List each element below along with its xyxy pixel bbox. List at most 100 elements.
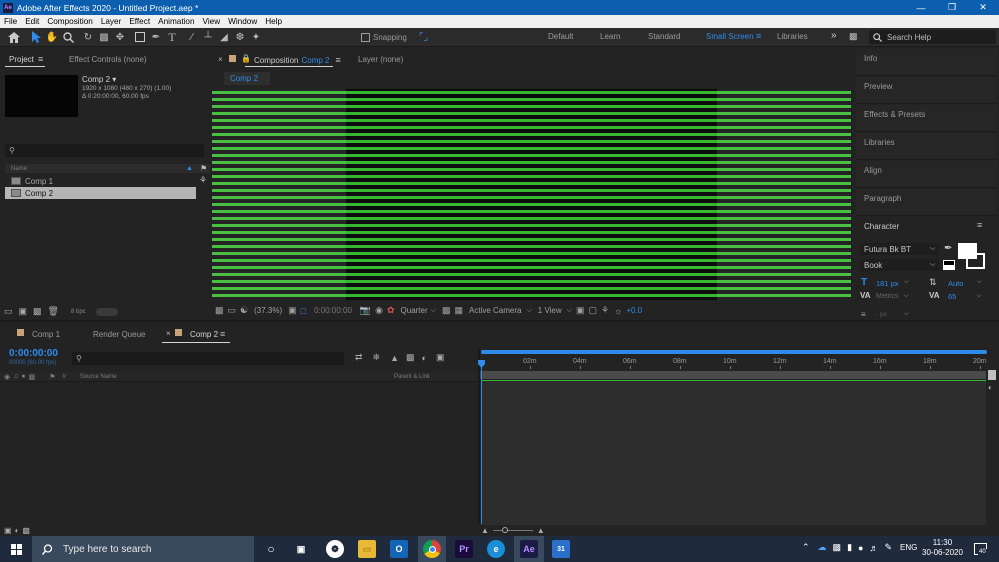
- search-help-field[interactable]: Search Help: [869, 30, 996, 44]
- composition-canvas[interactable]: [212, 89, 851, 300]
- fast-preview-icon[interactable]: ▦: [454, 305, 463, 316]
- tab-comp-1[interactable]: Comp 1: [32, 330, 60, 339]
- composition-mini-flowchart-icon[interactable]: ⇄: [355, 352, 363, 363]
- views-select[interactable]: 1 View: [538, 306, 562, 315]
- home-icon[interactable]: [6, 29, 22, 45]
- maximize-button[interactable]: ❐: [937, 0, 967, 15]
- always-preview-icon[interactable]: ▩: [215, 305, 224, 316]
- edge-icon[interactable]: e: [487, 540, 505, 558]
- workspace-small-screen[interactable]: Small Screen: [706, 32, 754, 41]
- rectangle-tool-icon[interactable]: [132, 29, 148, 45]
- new-folder-icon[interactable]: ▣: [19, 306, 28, 317]
- task-view-icon[interactable]: ▣: [292, 540, 310, 558]
- close-tab-icon[interactable]: ×: [218, 55, 223, 64]
- video-visibility-icon[interactable]: ◉: [4, 373, 10, 381]
- tab-render-queue[interactable]: Render Queue: [93, 330, 145, 339]
- menu-help[interactable]: Help: [261, 17, 286, 26]
- network-icon[interactable]: ●: [858, 543, 863, 553]
- panel-effects-presets[interactable]: Effects & Presets: [856, 105, 997, 132]
- menu-file[interactable]: File: [0, 17, 21, 26]
- tracking-value[interactable]: 65: [948, 292, 956, 301]
- menu-composition[interactable]: Composition: [43, 17, 97, 26]
- roto-brush-tool-icon[interactable]: ❆: [232, 29, 248, 45]
- project-comp-name[interactable]: Comp 2 ▾: [82, 75, 116, 84]
- after-effects-icon[interactable]: Ae: [520, 540, 538, 558]
- font-size-value[interactable]: 181 px: [876, 279, 899, 288]
- workspace-overflow-icon[interactable]: »: [831, 30, 837, 41]
- file-explorer-icon[interactable]: ▭: [358, 540, 376, 558]
- project-search-input[interactable]: ⚲: [5, 144, 204, 157]
- volume-icon[interactable]: ♬: [869, 543, 878, 553]
- snap-options-icon[interactable]: ⌜⌟: [419, 32, 428, 43]
- calendar-icon[interactable]: 31: [552, 540, 570, 558]
- column-parent-link[interactable]: Parent & Link: [394, 374, 430, 380]
- menu-view[interactable]: View: [199, 17, 225, 26]
- chrome-icon[interactable]: [423, 540, 441, 558]
- clone-stamp-tool-icon[interactable]: ┴: [200, 29, 216, 45]
- workspace-default[interactable]: Default: [548, 32, 573, 41]
- graph-editor-icon[interactable]: ▣: [436, 352, 445, 363]
- audio-icon[interactable]: ♫: [13, 373, 18, 380]
- panel-info[interactable]: Info: [856, 49, 997, 76]
- outlook-icon[interactable]: O: [390, 540, 408, 558]
- current-time-indicator[interactable]: [481, 362, 482, 524]
- timeline-search-input[interactable]: ⚲: [72, 352, 344, 365]
- zoom-in-icon[interactable]: ▲: [537, 526, 545, 535]
- kerning-value[interactable]: Metrics: [876, 293, 899, 300]
- pen-icon[interactable]: ✎: [884, 542, 892, 553]
- timeline-timecode[interactable]: 0:00:00:00: [9, 348, 58, 359]
- panel-paragraph[interactable]: Paragraph: [856, 189, 997, 216]
- zoom-level[interactable]: (37.3%): [254, 306, 282, 315]
- menu-layer[interactable]: Layer: [97, 17, 125, 26]
- shy-layers-icon[interactable]: ▲: [390, 353, 399, 363]
- panel-align[interactable]: Align: [856, 161, 997, 188]
- flowchart-icon[interactable]: ⚘: [199, 175, 207, 186]
- flowchart-icon[interactable]: ⚘: [601, 305, 609, 316]
- onedrive-icon[interactable]: ☁: [818, 542, 827, 553]
- taskbar-clock[interactable]: 11:30 30-06-2020: [920, 538, 965, 558]
- snapping-checkbox[interactable]: [361, 33, 370, 42]
- language-indicator[interactable]: ENG: [900, 543, 917, 552]
- eyedropper-icon[interactable]: ✒: [944, 243, 952, 254]
- pen-tool-icon[interactable]: ✒: [148, 29, 164, 45]
- exposure-icon[interactable]: ☼: [614, 306, 622, 316]
- menu-effect[interactable]: Effect: [125, 17, 154, 26]
- column-name-header[interactable]: Name: [11, 166, 27, 172]
- pan-behind-tool-icon[interactable]: ✥: [112, 29, 128, 45]
- in-out-stretch-icon[interactable]: ▩: [22, 526, 30, 535]
- fit-icon[interactable]: ▣: [288, 305, 297, 316]
- vr-goggles-icon[interactable]: ☯: [240, 305, 248, 316]
- battery-icon[interactable]: ▮: [847, 542, 852, 553]
- snapping-toggle[interactable]: Snapping ⌜⌟: [361, 32, 428, 43]
- hand-tool-icon[interactable]: ✋: [44, 29, 60, 45]
- draft-3d-icon[interactable]: ❄: [373, 352, 381, 363]
- minimize-button[interactable]: —: [906, 0, 936, 15]
- frame-blending-icon[interactable]: ▩: [406, 352, 415, 363]
- no-fill-swatch[interactable]: [943, 260, 955, 270]
- meet-now-icon[interactable]: ▩: [833, 542, 842, 553]
- camera-tool-icon[interactable]: ▩: [96, 29, 112, 45]
- motion-blur-icon[interactable]: ◐: [422, 353, 427, 363]
- timeline-link-icon[interactable]: ▢: [588, 305, 597, 316]
- zoom-out-icon[interactable]: ▲: [481, 526, 489, 535]
- bit-depth-label[interactable]: 8 bpc: [71, 309, 86, 315]
- panel-libraries[interactable]: Libraries: [856, 133, 997, 160]
- lock-icon[interactable]: ▩: [29, 373, 36, 381]
- stroke-width-value[interactable]: - px: [876, 311, 887, 318]
- channel-color-icon[interactable]: ✿: [387, 305, 395, 316]
- workspace-libraries[interactable]: Libraries: [777, 32, 808, 41]
- selection-tool-icon[interactable]: [28, 29, 44, 45]
- tab-project[interactable]: Project: [9, 55, 34, 64]
- tray-chevron-icon[interactable]: ⌃: [802, 542, 810, 553]
- tab-effect-controls[interactable]: Effect Controls (none): [69, 55, 147, 64]
- new-comp-icon[interactable]: ▩: [33, 306, 42, 317]
- rotation-tool-icon[interactable]: ↻: [80, 29, 96, 45]
- taskbar-search-box[interactable]: Type here to search: [32, 536, 254, 562]
- column-index[interactable]: #: [63, 374, 66, 380]
- show-snapshot-icon[interactable]: ◉: [375, 305, 383, 316]
- zoom-tool-icon[interactable]: [60, 29, 76, 45]
- snapshot-camera-icon[interactable]: 📷: [360, 305, 371, 316]
- mail-app-icon[interactable]: ❁: [326, 540, 344, 558]
- project-panel-menu-icon[interactable]: ≡: [38, 54, 43, 64]
- windows-start-button[interactable]: [0, 536, 32, 562]
